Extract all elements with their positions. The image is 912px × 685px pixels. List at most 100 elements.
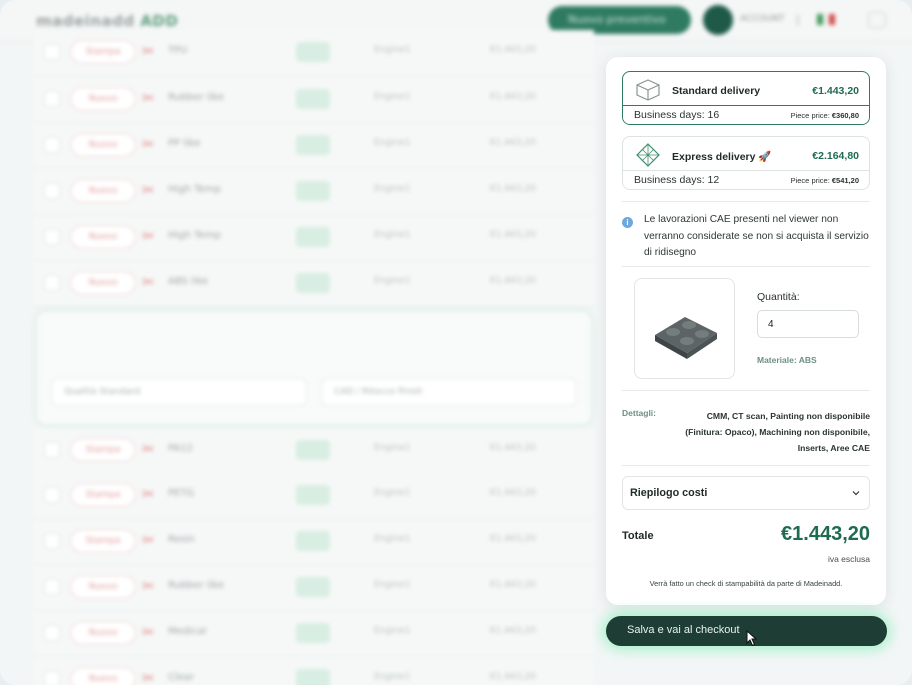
row-checkbox[interactable] xyxy=(44,183,60,199)
chevron-down-icon xyxy=(852,491,860,496)
quantity-input[interactable] xyxy=(757,310,859,338)
table-row[interactable]: Nuovo ✂ ABS like Engine1 €1.443,20 xyxy=(34,261,594,307)
quality-select[interactable]: Qualità Standard xyxy=(51,378,307,406)
finish-select[interactable]: CAD / Ritocco finish xyxy=(321,378,577,406)
cost-summary-label: Riepilogo costi xyxy=(630,487,708,499)
divider xyxy=(622,266,870,267)
tech-tag xyxy=(296,42,330,62)
business-days: Business days: 12 xyxy=(634,174,720,186)
piece-price: Piece price: €541,20 xyxy=(790,176,859,185)
status-badge: Nuovo xyxy=(70,87,136,111)
table-row[interactable]: Nuovo ✂ Rubber like Engine1 €1.443,20 xyxy=(34,77,594,123)
diamond-box-icon xyxy=(636,143,660,167)
status-badge: Nuovo xyxy=(70,133,136,157)
engine-label: Engine1 xyxy=(374,672,411,682)
row-checkbox[interactable] xyxy=(44,625,60,641)
total-value: €1.443,20 xyxy=(781,523,870,545)
row-price: €1.443,20 xyxy=(490,184,536,194)
standard-delivery-option[interactable]: Standard delivery €1.443,20 Business day… xyxy=(622,71,870,125)
mouse-cursor-icon xyxy=(746,630,758,647)
tech-tag xyxy=(296,89,330,109)
row-price: €1.443,20 xyxy=(490,138,536,148)
material-label: Materiale: ABS xyxy=(757,355,817,365)
divider xyxy=(622,201,870,202)
material-name: PP like xyxy=(168,138,201,149)
table-row[interactable]: Nuovo ✂ PP like Engine1 €1.443,20 xyxy=(34,123,594,169)
package-icon xyxy=(636,79,660,101)
row-price: €1.443,20 xyxy=(490,92,536,102)
table-row[interactable]: Stampa ✂ PA12 Engine1 €1.443,20 xyxy=(34,428,594,474)
row-checkbox[interactable] xyxy=(44,671,60,685)
total-label: Totale xyxy=(622,530,654,542)
row-checkbox[interactable] xyxy=(44,229,60,245)
engine-label: Engine1 xyxy=(374,138,411,148)
material-name: Rubber like xyxy=(168,580,225,591)
cost-summary-accordion[interactable]: Riepilogo costi xyxy=(622,476,870,510)
delivery-title: Express delivery 🚀 xyxy=(672,151,772,163)
order-summary-panel: Standard delivery €1.443,20 Business day… xyxy=(606,57,886,605)
part-icon: ✂ xyxy=(142,227,155,245)
tech-tag xyxy=(296,623,330,643)
table-row[interactable]: Nuovo ✂ High Temp Engine1 €1.443,20 xyxy=(34,169,594,215)
part-icon: ✂ xyxy=(142,273,155,291)
row-price: €1.443,20 xyxy=(490,580,536,590)
expanded-part-row[interactable]: Qualità Standard CAD / Ritocco finish xyxy=(36,311,592,425)
delivery-footer: Business days: 16 Piece price: €360,80 xyxy=(623,105,869,124)
status-badge: Stampa xyxy=(70,40,136,64)
part-icon: ✂ xyxy=(142,577,155,595)
status-badge: Nuovo xyxy=(70,575,136,599)
row-checkbox[interactable] xyxy=(44,442,60,458)
express-delivery-option[interactable]: Express delivery 🚀 €2.164,80 Business da… xyxy=(622,136,870,190)
engine-label: Engine1 xyxy=(374,92,411,102)
tech-tag xyxy=(296,485,330,505)
row-checkbox[interactable] xyxy=(44,44,60,60)
engine-label: Engine1 xyxy=(374,184,411,194)
vat-note: iva esclusa xyxy=(827,554,870,564)
table-row[interactable]: Nuovo ✂ Clear Engine1 €1.443,20 xyxy=(34,657,594,685)
material-name: TPU xyxy=(168,45,188,56)
tech-tag xyxy=(296,577,330,597)
language-flag-icon[interactable] xyxy=(817,14,835,25)
printability-note: Verrà fatto un check di stampabilità da … xyxy=(649,579,843,588)
part-icon: ✂ xyxy=(142,135,155,153)
avatar[interactable] xyxy=(703,5,733,35)
part-icon: ✂ xyxy=(142,669,155,685)
engine-label: Engine1 xyxy=(374,45,411,55)
material-name: Medical xyxy=(168,626,207,637)
row-checkbox[interactable] xyxy=(44,91,60,107)
row-checkbox[interactable] xyxy=(44,137,60,153)
app-window: madeinadd ADD Nuovo preventivo ACCOUNT |… xyxy=(0,0,912,685)
menu-icon[interactable] xyxy=(868,12,886,28)
part-icon: ✂ xyxy=(142,42,155,60)
business-days: Business days: 16 xyxy=(634,109,720,121)
table-row[interactable]: Stampa ✂ PETG Engine1 €1.443,20 xyxy=(34,473,594,519)
part-icon: ✂ xyxy=(142,181,155,199)
row-price: €1.443,20 xyxy=(490,626,536,636)
part-icon: ✂ xyxy=(142,531,155,549)
engine-label: Engine1 xyxy=(374,626,411,636)
table-row[interactable]: Nuovo ✂ Rubber like Engine1 €1.443,20 xyxy=(34,565,594,611)
status-badge: Nuovo xyxy=(70,621,136,645)
row-checkbox[interactable] xyxy=(44,487,60,503)
table-row[interactable]: Stampa ✂ Resin Engine1 €1.443,20 xyxy=(34,519,594,565)
account-label[interactable]: ACCOUNT xyxy=(740,14,784,24)
material-name: Clear xyxy=(168,672,195,683)
divider xyxy=(622,465,870,466)
delivery-price: €1.443,20 xyxy=(812,85,859,97)
status-badge: Stampa xyxy=(70,483,136,507)
row-price: €1.443,20 xyxy=(490,45,536,55)
tech-tag xyxy=(296,135,330,155)
row-checkbox[interactable] xyxy=(44,533,60,549)
material-name: High Temp xyxy=(168,184,221,195)
table-row[interactable]: Nuovo ✂ Medical Engine1 €1.443,20 xyxy=(34,611,594,657)
part-thumbnail[interactable] xyxy=(634,278,735,379)
engine-label: Engine1 xyxy=(374,488,411,498)
part-icon: ✂ xyxy=(142,89,155,107)
logo[interactable]: madeinadd ADD xyxy=(36,12,178,30)
table-row[interactable]: Nuovo ✂ High Temp Engine1 €1.443,20 xyxy=(34,215,594,261)
part-icon: ✂ xyxy=(142,623,155,641)
row-checkbox[interactable] xyxy=(44,275,60,291)
table-row[interactable]: Stampa ✂ TPU Engine1 €1.443,20 xyxy=(34,30,594,76)
separator: | xyxy=(796,13,800,26)
row-checkbox[interactable] xyxy=(44,579,60,595)
